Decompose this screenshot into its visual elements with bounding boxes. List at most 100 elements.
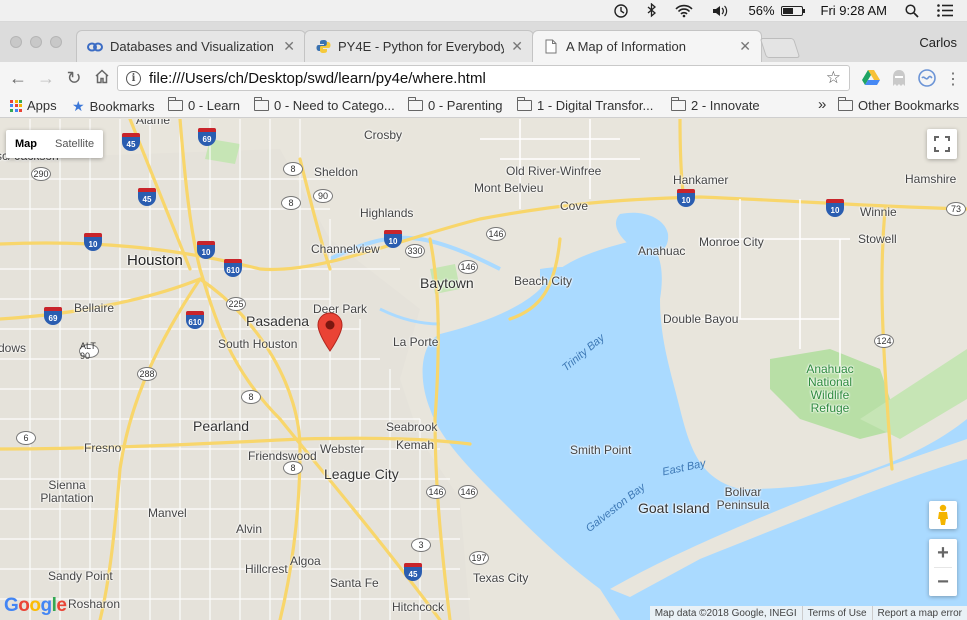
place-smith-point: Smith Point (570, 443, 632, 457)
tab-py4e[interactable]: PY4E - Python for Everybody ✕ (304, 30, 534, 62)
tab-map-of-information[interactable]: A Map of Information ✕ (532, 30, 762, 62)
battery-status[interactable]: 56% (748, 3, 805, 18)
interstate-shield-icon: 10 (677, 189, 695, 207)
highway-shield-icon: 73 (946, 202, 966, 216)
place-pasadena: Pasadena (246, 313, 310, 329)
bookmarks-overflow-button[interactable]: » (818, 96, 826, 113)
highway-shield-icon: 90 (313, 189, 333, 203)
place-seabrook: Seabrook (386, 420, 438, 434)
page-icon (543, 39, 559, 55)
bookmark-bookmarks[interactable]: ★ Bookmarks (72, 98, 155, 115)
wifi-icon[interactable] (674, 4, 693, 18)
folder-icon (167, 97, 183, 111)
highway-shield-icon: 330 (405, 244, 425, 258)
location-marker-icon[interactable] (317, 312, 343, 352)
battery-icon (780, 5, 805, 16)
reload-button[interactable]: ↻ (60, 68, 88, 89)
bluetooth-icon[interactable] (647, 3, 657, 18)
back-button[interactable]: ← (4, 68, 32, 89)
highway-shield-icon: 146 (486, 227, 506, 241)
address-url[interactable]: file:///Users/ch/Desktop/swd/learn/py4e/… (149, 70, 818, 87)
ghostery-icon[interactable] (891, 69, 909, 87)
logo-letter: o (18, 595, 30, 616)
google-logo[interactable]: Google (4, 595, 67, 617)
interstate-shield-icon: 10 (197, 241, 215, 259)
google-map[interactable]: Houston Baytown Pasadena Pearland League… (0, 119, 967, 620)
place-dows: dows (0, 341, 27, 355)
place-texas-city: Texas City (473, 571, 529, 585)
bookmark-folder-need-to-categorize[interactable]: 0 - Need to Catego... (253, 97, 395, 113)
minimize-window-button[interactable] (30, 36, 42, 48)
close-tab-icon[interactable]: ✕ (511, 38, 523, 55)
interstate-shield-icon: 45 (404, 563, 422, 581)
new-tab-button[interactable] (759, 38, 801, 58)
place-santa-fe: Santa Fe (330, 576, 379, 590)
python-icon (315, 39, 331, 55)
tab-title: PY4E - Python for Everybody (338, 39, 505, 54)
highway-shield-icon: 8 (281, 196, 301, 210)
highway-shield-icon: 6 (16, 431, 36, 445)
place-bellaire: Bellaire (74, 301, 115, 315)
interstate-shield-icon: 610 (224, 259, 242, 277)
chrome-menu-icon[interactable]: ⋮ (944, 69, 962, 88)
menubar-clock[interactable]: Fri 9:28 AM (821, 3, 887, 18)
spotlight-search-icon[interactable] (905, 3, 919, 18)
interstate-shield-icon: 45 (122, 133, 140, 151)
bookmark-folder-learn[interactable]: 0 - Learn (167, 97, 240, 113)
place-alame: Alame (136, 119, 171, 127)
bookmark-label: Apps (27, 98, 57, 113)
highway-shield-icon: 8 (283, 162, 303, 176)
highway-shield-icon: 197 (469, 551, 489, 565)
close-window-button[interactable] (10, 36, 22, 48)
place-old-river-winfree: Old River-Winfree (506, 164, 602, 178)
bookmark-folder-parenting[interactable]: 0 - Parenting (407, 97, 502, 113)
battery-percent: 56% (748, 3, 775, 18)
zoom-window-button[interactable] (50, 36, 62, 48)
forward-button[interactable]: → (32, 68, 60, 89)
highway-shield-icon: 146 (426, 485, 446, 499)
highway-shield-icon: 290 (31, 167, 51, 181)
browser-tab-strip: Databases and Visualization (p ✕ PY4E - … (0, 22, 967, 62)
address-bar[interactable]: i file:///Users/ch/Desktop/swd/learn/py4… (117, 65, 850, 91)
time-machine-icon[interactable] (613, 3, 629, 19)
map-type-map-button[interactable]: Map (6, 130, 46, 158)
map-type-satellite-button[interactable]: Satellite (46, 130, 103, 158)
bookmark-apps[interactable]: Apps (10, 98, 57, 113)
fullscreen-button[interactable] (927, 129, 957, 159)
other-bookmarks[interactable]: Other Bookmarks (837, 97, 959, 113)
google-drive-icon[interactable] (862, 69, 880, 87)
place-sandy-point: Sandy Point (48, 569, 113, 583)
close-tab-icon[interactable]: ✕ (283, 38, 295, 55)
report-map-error-link[interactable]: Report a map error (871, 606, 967, 620)
bookmark-star-icon[interactable]: ☆ (826, 68, 841, 88)
highway-shield-icon: 8 (283, 461, 303, 475)
home-button[interactable] (88, 68, 116, 89)
close-tab-icon[interactable]: ✕ (739, 38, 751, 55)
place-highlands: Highlands (360, 206, 414, 220)
extension-sync-icon[interactable] (918, 69, 936, 87)
place-monroe-city: Monroe City (699, 235, 764, 249)
bookmark-label: Bookmarks (89, 99, 155, 114)
window-controls (10, 36, 62, 48)
bookmark-folder-digital-transformation[interactable]: 1 - Digital Transfor... (516, 97, 653, 113)
interstate-shield-icon: 69 (44, 307, 62, 325)
place-kemah: Kemah (396, 438, 435, 452)
volume-icon[interactable] (711, 4, 731, 18)
site-info-icon[interactable]: i (126, 70, 141, 86)
bookmark-folder-innovate[interactable]: 2 - Innovate (670, 97, 760, 113)
folder-icon (407, 97, 423, 111)
tab-databases[interactable]: Databases and Visualization (p ✕ (76, 30, 306, 62)
place-hitchcock: Hitchcock (392, 600, 445, 614)
notification-center-icon[interactable] (937, 4, 953, 17)
place-manvel: Manvel (148, 506, 187, 520)
logo-letter: g (40, 595, 53, 616)
zoom-in-button[interactable]: + (929, 539, 957, 567)
profile-name[interactable]: Carlos (919, 35, 957, 50)
tab-title: Databases and Visualization (p (110, 39, 277, 54)
zoom-out-button[interactable]: − (929, 568, 957, 596)
place-goat-island: Goat Island (638, 500, 710, 516)
terms-of-use-link[interactable]: Terms of Use (801, 606, 872, 620)
place-webster: Webster (320, 442, 365, 456)
place-anahuac: Anahuac (638, 244, 686, 258)
street-view-pegman-button[interactable] (929, 501, 957, 529)
